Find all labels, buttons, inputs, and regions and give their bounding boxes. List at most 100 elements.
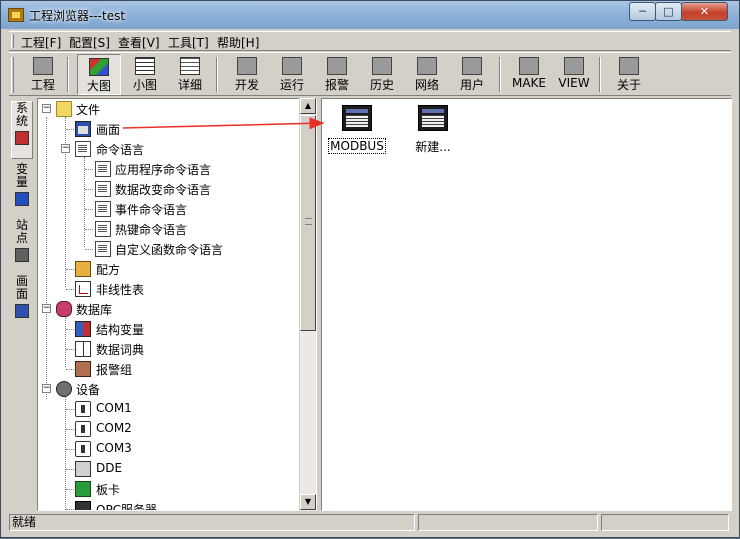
menu-tools[interactable]: 工具[T] — [168, 34, 209, 51]
view-icon — [564, 57, 584, 75]
tree-node-app-command[interactable]: 应用程序命令语言 — [38, 159, 308, 179]
toolbar-small-icons-button[interactable]: 小图 — [123, 54, 167, 95]
toolbar-network-button[interactable]: 网络 — [405, 54, 449, 95]
toolbar-details-button[interactable]: 详细 — [168, 54, 212, 95]
title-bar[interactable]: 工程浏览器---test ─ □ ✕ — [1, 1, 739, 29]
toolbar-develop-button[interactable]: 开发 — [225, 54, 269, 95]
toolbar-grip[interactable] — [11, 57, 14, 93]
document-icon — [75, 141, 91, 157]
toolbar-separator — [67, 57, 69, 92]
tree-node-label: DDE — [96, 461, 123, 475]
tree-node-custom-function-command[interactable]: 自定义函数命令语言 — [38, 239, 308, 259]
tree-node-data-change-command[interactable]: 数据改变命令语言 — [38, 179, 308, 199]
tree-connector — [66, 349, 74, 350]
tree-node-label: 应用程序命令语言 — [115, 163, 212, 177]
toolbar-details-label: 详细 — [177, 78, 202, 92]
variable-icon — [15, 192, 29, 206]
tree-node-label: COM3 — [96, 441, 132, 455]
status-panel-2 — [418, 514, 598, 531]
project-tree[interactable]: − 文件 画面 − 命令语言 应用程序命令语言 数据改变命令语言 事件命令语言 … — [37, 98, 317, 511]
tree-node-label: 板卡 — [96, 483, 121, 497]
toolbar-view-button[interactable]: VIEW — [552, 54, 596, 95]
tree-connector — [66, 409, 74, 410]
tree-toggle[interactable]: − — [42, 104, 51, 113]
tree-connector — [85, 229, 93, 230]
tree-connector — [66, 269, 74, 270]
tree-node-board[interactable]: 板卡 — [38, 479, 298, 499]
tree-toggle[interactable]: − — [42, 304, 51, 313]
tree-connector — [66, 449, 74, 450]
tab-system[interactable]: 系统 — [11, 101, 33, 159]
tree-node-com3[interactable]: COM3 — [38, 439, 298, 459]
content-item-new[interactable]: 新建... — [402, 105, 464, 155]
menu-project[interactable]: 工程[F] — [21, 34, 61, 51]
toolbar-about-button[interactable]: 关于 — [607, 54, 651, 95]
toolbar-make-label: MAKE — [511, 76, 546, 90]
tree-node-alarm-group[interactable]: 报警组 — [38, 359, 298, 379]
toolbar-separator — [216, 57, 218, 92]
tab-screen-label: 画面 — [15, 274, 28, 301]
database-icon — [56, 301, 72, 317]
small-icons-icon — [135, 57, 155, 75]
tree-node-com2[interactable]: COM2 — [38, 419, 298, 439]
toolbar-project-label: 工程 — [30, 78, 55, 92]
toolbar-alarm-button[interactable]: 报警 — [315, 54, 359, 95]
tree-node-label: 非线性表 — [96, 283, 145, 297]
menu-help[interactable]: 帮助[H] — [217, 34, 259, 51]
menu-config[interactable]: 配置[S] — [69, 34, 110, 51]
document-icon — [95, 221, 111, 237]
toolbar: 工程 大图 小图 详细 开发 运行 报警 历史 网络 用户 MAKE VIEW … — [9, 52, 731, 96]
tree-node-screen[interactable]: 画面 — [38, 119, 298, 139]
tree-node-label: 报警组 — [96, 363, 133, 377]
tab-variable[interactable]: 变量 — [11, 163, 33, 215]
menu-view[interactable]: 查看[V] — [118, 34, 160, 51]
content-item-modbus[interactable]: MODBUS — [326, 105, 388, 154]
tree-connector — [85, 209, 93, 210]
menu-grip[interactable] — [11, 34, 14, 48]
content-pane[interactable]: MODBUS 新建... — [321, 98, 732, 511]
tab-variable-label: 变量 — [15, 162, 28, 189]
tree-node-recipe[interactable]: 配方 — [38, 259, 298, 279]
tree-toggle[interactable]: − — [61, 144, 70, 153]
minimize-button[interactable]: ─ — [629, 2, 656, 21]
content-item-label: MODBUS — [328, 138, 386, 154]
toolbar-run-label: 运行 — [279, 78, 304, 92]
tree-connector — [85, 249, 93, 250]
toolbar-history-button[interactable]: 历史 — [360, 54, 404, 95]
tree-connector — [66, 429, 74, 430]
scroll-up-arrow-icon[interactable]: ▲ — [300, 98, 316, 114]
document-icon — [95, 241, 111, 257]
maximize-button[interactable]: □ — [655, 2, 682, 21]
toolbar-separator — [599, 57, 601, 92]
toolbar-project-button[interactable]: 工程 — [21, 54, 65, 95]
close-button[interactable]: ✕ — [681, 2, 728, 21]
toolbar-run-button[interactable]: 运行 — [270, 54, 314, 95]
tree-toggle[interactable]: − — [42, 384, 51, 393]
tree-node-device[interactable]: − 设备 — [38, 379, 298, 399]
tree-node-struct-variable[interactable]: 结构变量 — [38, 319, 298, 339]
dde-icon — [75, 461, 91, 477]
tree-node-dde[interactable]: DDE — [38, 459, 298, 479]
tree-node-data-dictionary[interactable]: 数据词典 — [38, 339, 298, 359]
tab-screen[interactable]: 画面 — [11, 275, 33, 327]
tree-node-event-command[interactable]: 事件命令语言 — [38, 199, 308, 219]
tree-node-nonlinear-table[interactable]: 非线性表 — [38, 279, 298, 299]
scroll-thumb[interactable] — [300, 115, 316, 331]
content-item-label: 新建... — [415, 140, 451, 154]
tree-node-database[interactable]: − 数据库 — [38, 299, 298, 319]
scroll-down-arrow-icon[interactable]: ▼ — [300, 494, 316, 510]
tree-node-opc-server[interactable]: OPC服务器 — [38, 499, 298, 510]
toolbar-user-button[interactable]: 用户 — [450, 54, 494, 95]
develop-icon — [237, 57, 257, 75]
gear-icon — [56, 381, 72, 397]
large-icons-icon — [89, 58, 109, 76]
tab-station[interactable]: 站点 — [11, 219, 33, 271]
tree-scrollbar[interactable]: ▲ ▼ — [299, 98, 316, 511]
struct-variable-icon — [75, 321, 91, 337]
tree-node-file[interactable]: − 文件 — [38, 99, 298, 119]
tree-node-command-language[interactable]: − 命令语言 — [38, 139, 298, 159]
toolbar-large-icons-button[interactable]: 大图 — [77, 54, 121, 95]
tree-node-com1[interactable]: COM1 — [38, 399, 298, 419]
toolbar-make-button[interactable]: MAKE — [507, 54, 551, 95]
tree-node-hotkey-command[interactable]: 热键命令语言 — [38, 219, 308, 239]
